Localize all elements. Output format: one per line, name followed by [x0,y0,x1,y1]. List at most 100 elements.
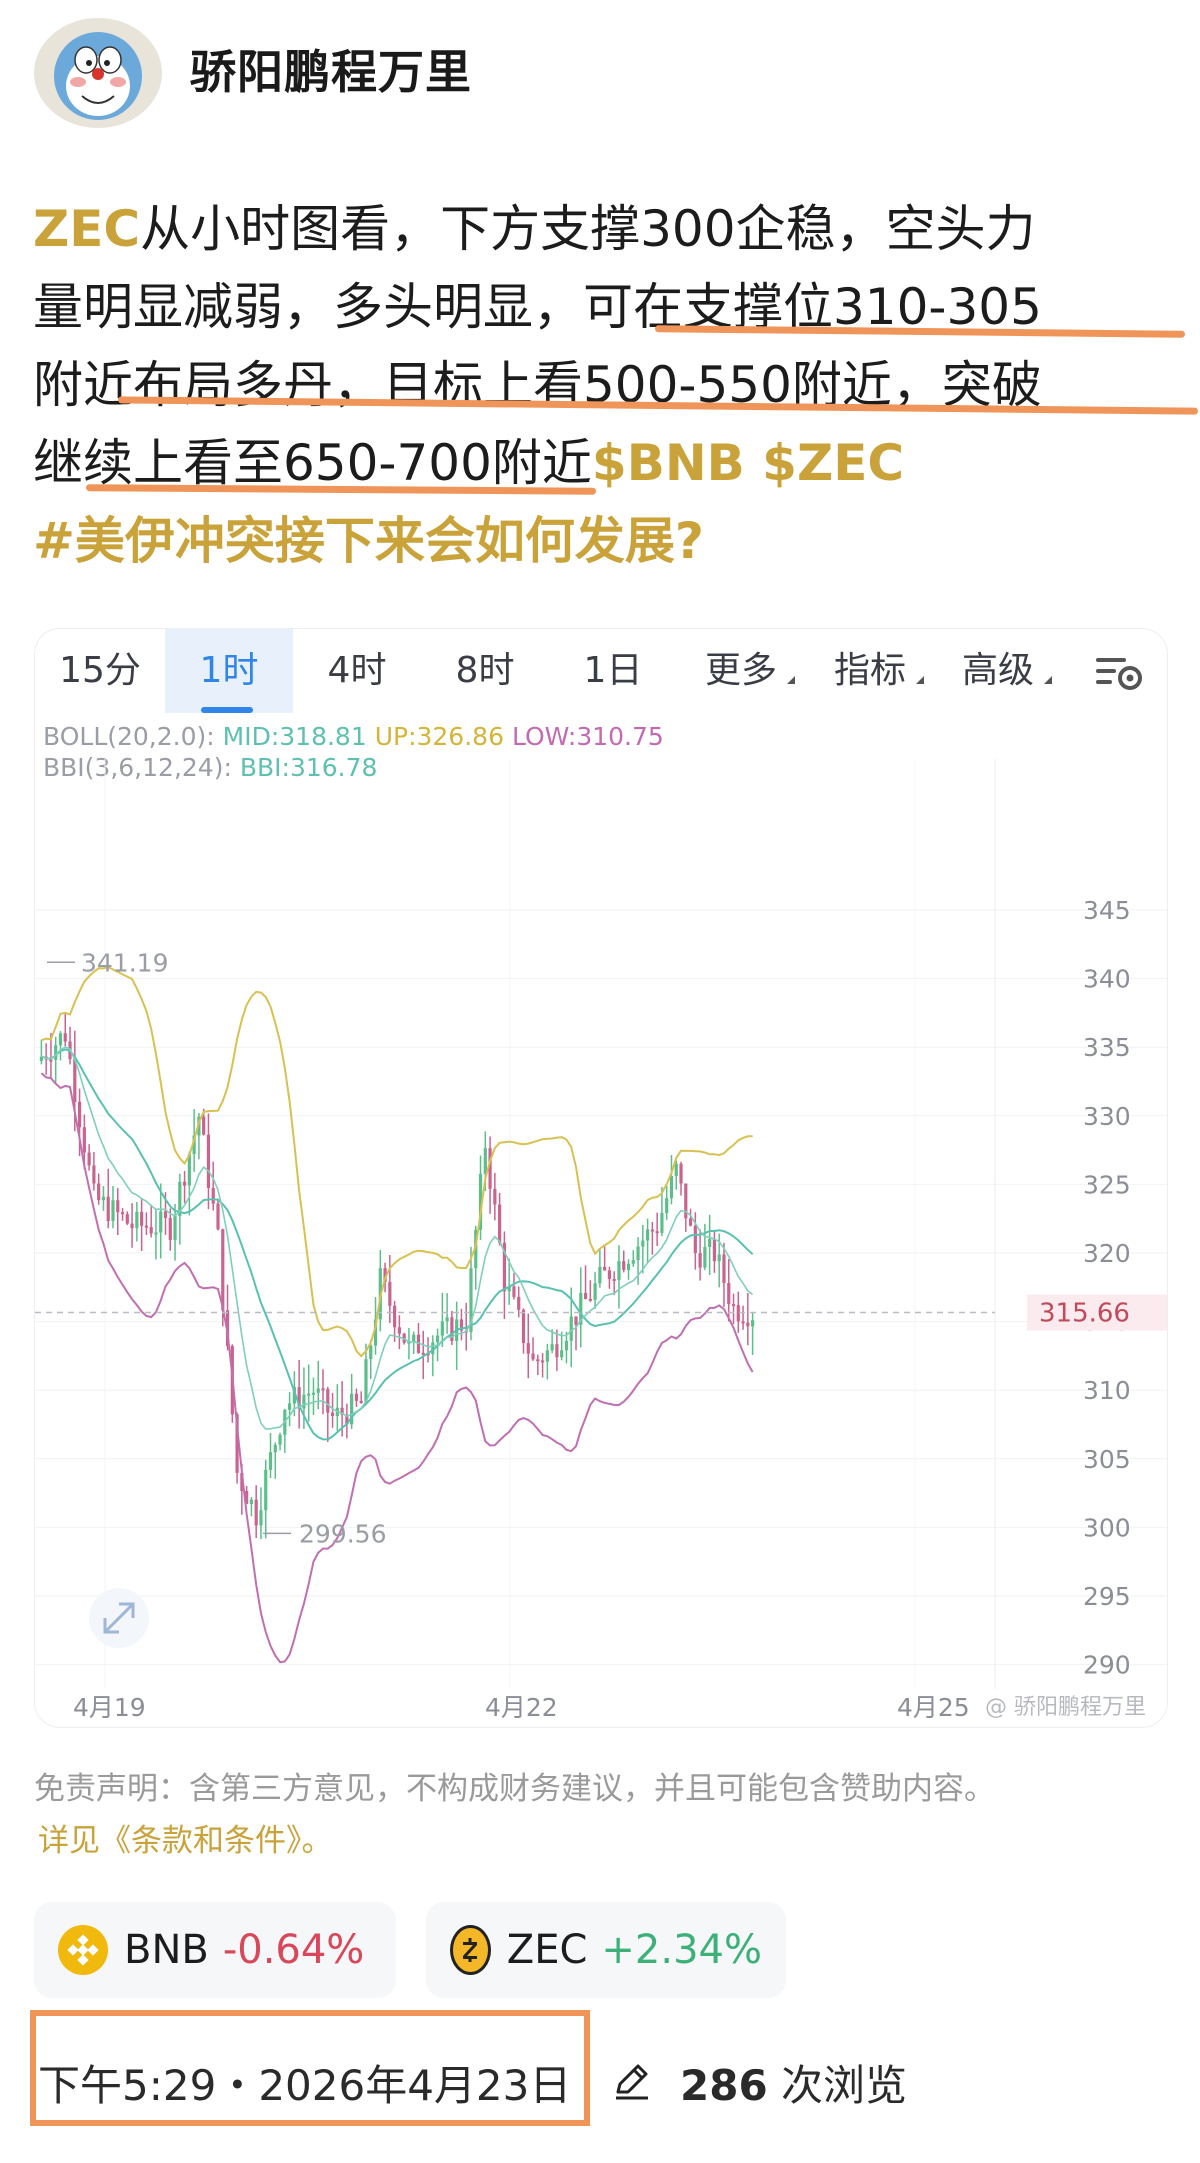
y-tick-label: 300 [1083,1513,1131,1542]
candle-body [397,1327,401,1334]
cashtags[interactable]: $BNB $ZEC [592,434,904,492]
candle-body [631,1260,635,1264]
candle-body [111,1200,115,1222]
candle-body [140,1211,144,1226]
zec-coin-icon [450,1925,491,1975]
candle-body [359,1400,363,1404]
low-label: 299.56 [299,1519,386,1548]
candle-body [106,1196,110,1222]
candle-body [97,1183,101,1201]
ticker-change: +2.34% [601,1927,762,1973]
candle-body [326,1389,330,1413]
candle-body [354,1393,359,1401]
current-price-label: 315.66 [1039,1299,1130,1329]
avatar[interactable] [34,18,162,128]
candle-body [120,1212,125,1215]
candle-body [693,1225,697,1254]
candle-body [536,1359,540,1362]
ticker-zec[interactable]: ZEC +2.34% [426,1902,786,1998]
candle-body [273,1444,277,1453]
candle-body [206,1134,211,1188]
x-tick-label: 4月25 [897,1693,970,1722]
candle-body [493,1188,497,1205]
candle-body [751,1320,755,1327]
candle-body [612,1278,616,1281]
hashtag[interactable]: #美伊冲突接下来会如何发展? [33,512,704,570]
ticker-bnb[interactable]: BNB -0.64% [34,1902,396,1998]
candle-body [708,1238,712,1247]
candle-body [607,1270,612,1279]
post-body: ZEC从小时图看，下方支撑300企稳，空头力 量明显减弱，多头明显，可在支撑位3… [33,190,1183,580]
candle-body [202,1116,206,1135]
candle-body [77,1101,82,1128]
post-text-segment: 继续上看至650-700附近 [33,434,592,492]
candle-body [364,1359,368,1404]
candle-body [646,1229,650,1241]
candle-body [330,1412,335,1416]
candle-body [521,1309,526,1344]
candle-body [731,1304,736,1307]
boll-mid-line [41,1048,754,1441]
post-text-segment: 从小时图看，下方支撑300企稳，空头力 [140,200,1036,258]
candle-body [669,1175,674,1199]
views-label: 次浏览 [781,2061,908,2110]
watermark: @ 骄阳鹏程万里 [985,1695,1146,1720]
candle-body [321,1388,325,1391]
candle-body [598,1266,602,1284]
candle-body [311,1392,316,1395]
x-tick-label: 4月19 [73,1693,146,1722]
candle-body [622,1261,626,1270]
candle-body [307,1393,311,1396]
candle-body [583,1292,588,1299]
candle-body [173,1215,177,1240]
candlestick-chart[interactable]: 3453403353303253203153103053002952904月19… [35,629,1167,1727]
candle-body [741,1321,745,1324]
boll-upper-line [41,965,753,1358]
boll-lower-line [40,1072,754,1664]
candle-body [574,1316,578,1325]
post-line-1: ZEC从小时图看，下方支撑300企稳，空头力 [33,190,1183,268]
candle-body [698,1253,702,1268]
candle-body [125,1214,129,1224]
candle-body [665,1198,669,1214]
ticker-symbol: BNB [124,1927,209,1973]
candle-body [588,1298,592,1301]
candle-body [221,1229,225,1311]
terms-link[interactable]: 详见《条款和条件》。 [38,1815,333,1860]
candle-body [216,1203,220,1230]
candle-body [259,1510,263,1526]
post-timestamp: 下午5:29・2026年4月23日 [38,2061,572,2110]
y-tick-label: 310 [1083,1376,1131,1405]
candle-body [182,1181,187,1186]
bnb-coin-icon [58,1925,108,1975]
y-tick-label: 340 [1083,965,1131,994]
author-name[interactable]: 骄阳鹏程万里 [190,36,472,102]
views-number: 286 [680,2061,768,2110]
candle-body [58,1033,63,1046]
candle-body [163,1211,168,1219]
candle-body [526,1343,530,1354]
candle-body [555,1344,559,1358]
candle-body [101,1196,106,1201]
candle-body [278,1434,282,1445]
candle-body [650,1229,654,1232]
candle-body [116,1200,120,1213]
candle-body [135,1211,139,1229]
candle-body [717,1254,721,1262]
candle-body [412,1334,416,1342]
candle-body [73,1059,77,1102]
candle-body [440,1321,444,1336]
candle-body [531,1353,535,1360]
edit-pencil-icon[interactable] [610,2058,654,2106]
candle-body [660,1213,664,1233]
candle-body [369,1345,373,1360]
y-tick-label: 320 [1083,1239,1131,1268]
candle-body [727,1283,731,1305]
zec-cashtag[interactable]: ZEC [33,200,140,258]
candle-body [703,1246,707,1268]
candle-body [617,1261,621,1281]
candle-body [445,1317,449,1322]
candle-body [545,1350,549,1362]
candle-body [130,1223,134,1229]
candle-body [746,1322,750,1327]
